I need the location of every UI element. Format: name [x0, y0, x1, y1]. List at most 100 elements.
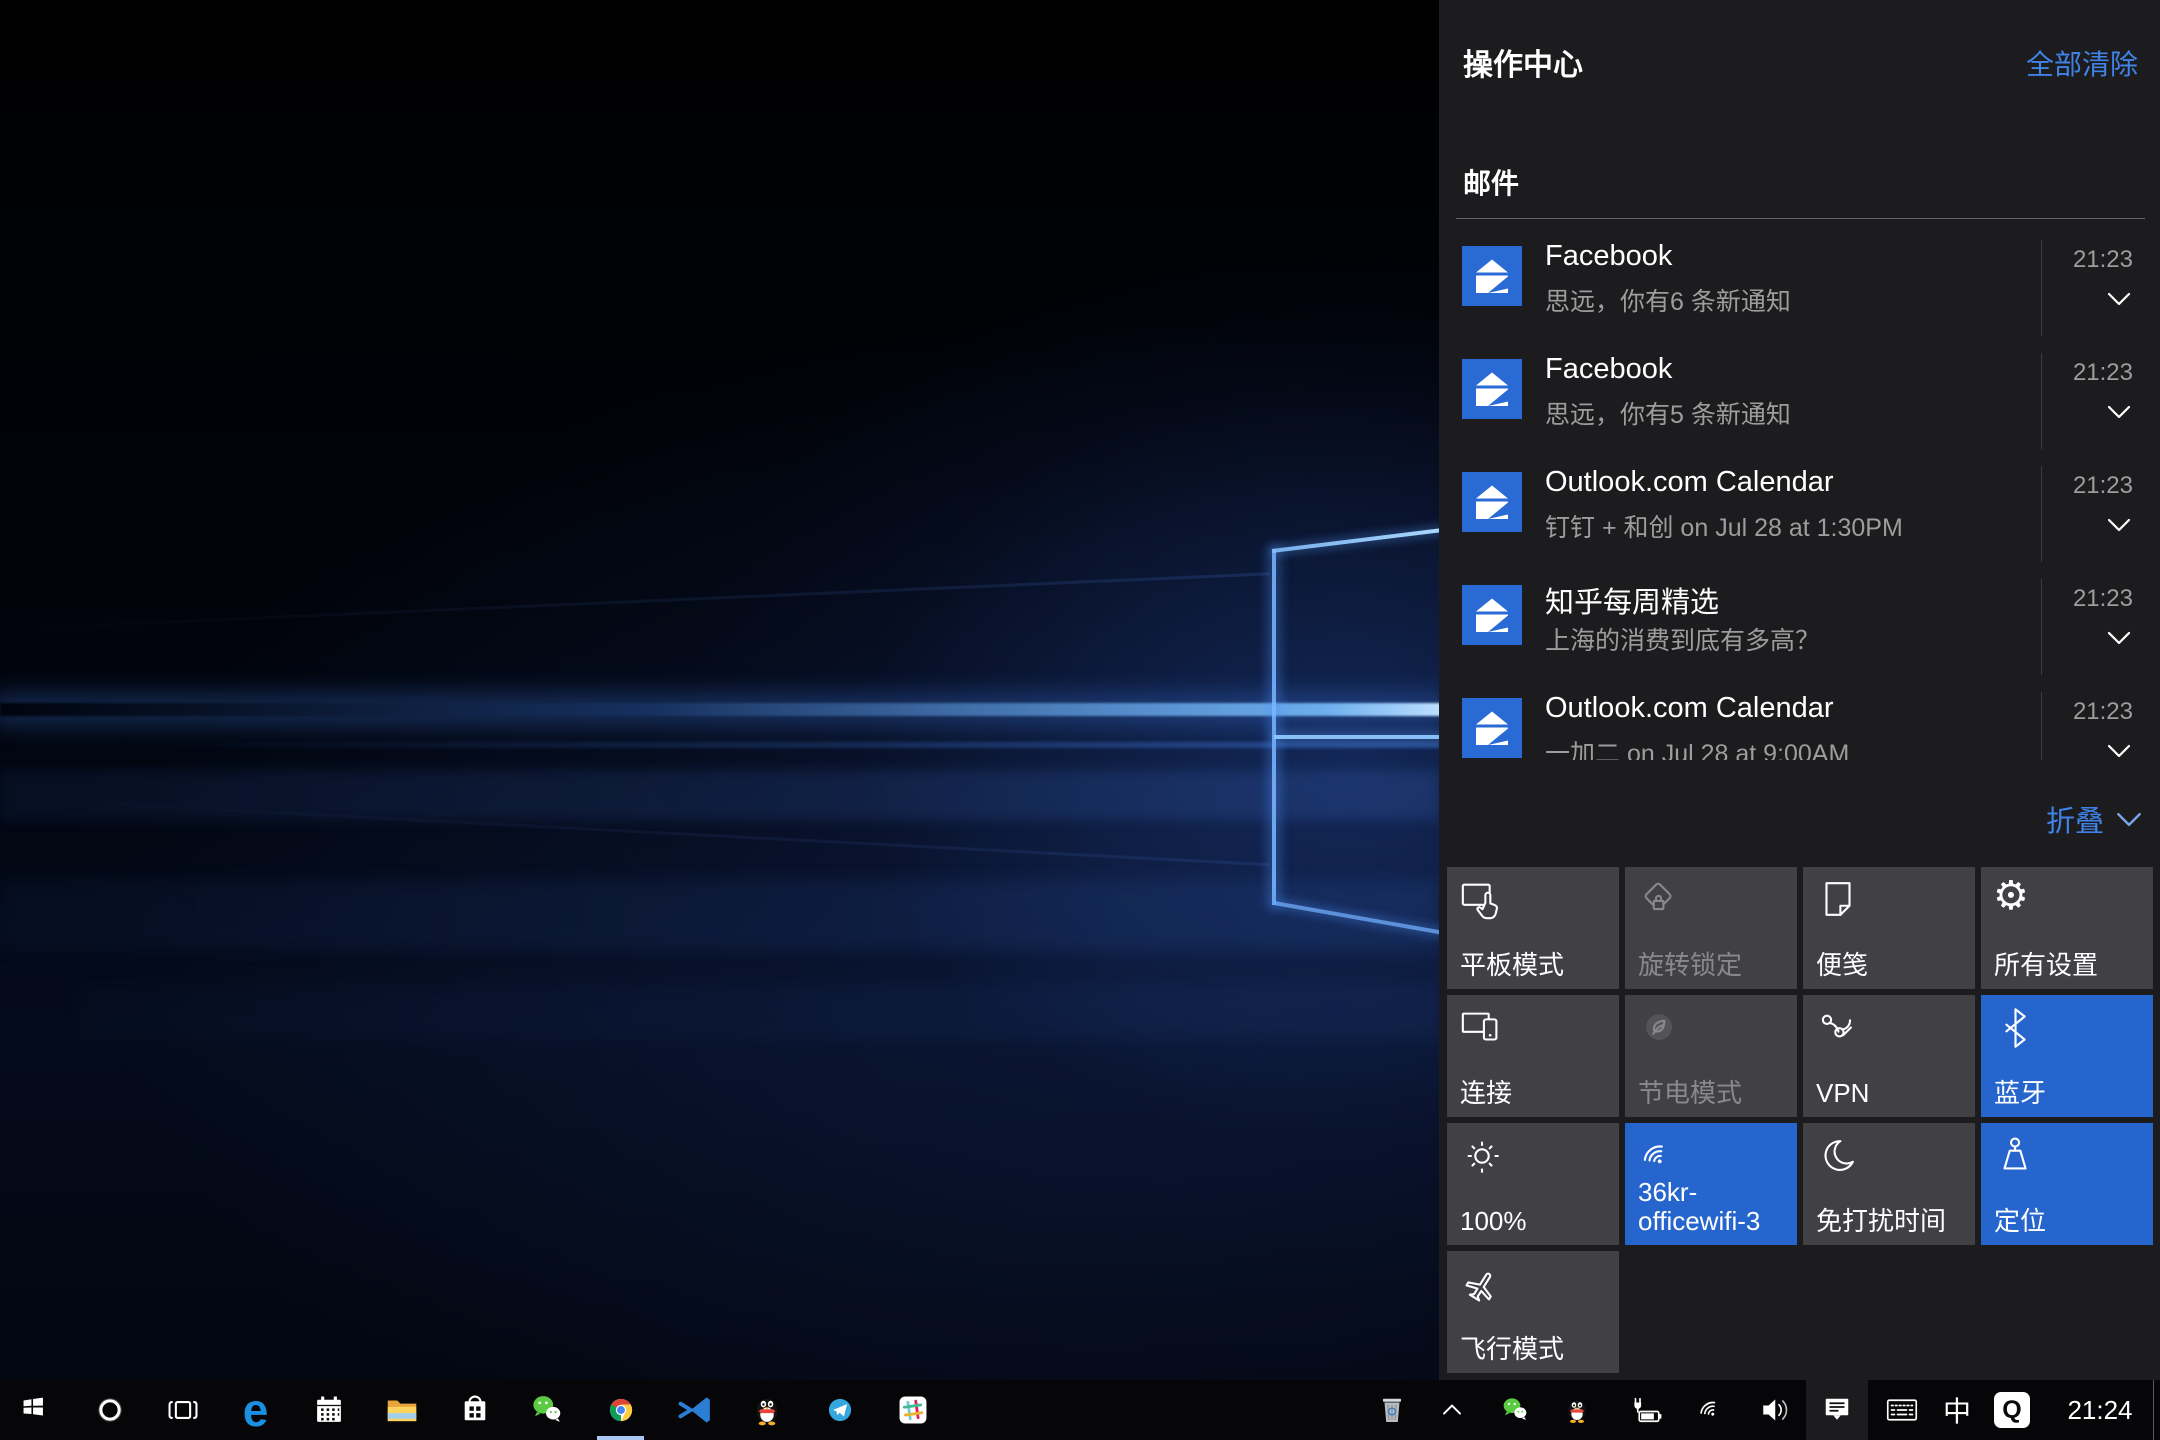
tile-rotation-lock[interactable]: 旋转锁定 — [1625, 867, 1797, 989]
tile-label: 连接 — [1460, 1079, 1614, 1108]
note-icon — [1815, 877, 1861, 923]
task-view-icon — [164, 1391, 202, 1429]
section-divider — [1456, 218, 2145, 219]
telegram-icon — [821, 1391, 859, 1429]
action-center-panel: 操作中心 全部清除 邮件 Facebook 思远，你有6 条新通知 21:23 — [1439, 0, 2160, 1380]
tile-airplane-mode[interactable]: 飞行模式 — [1447, 1251, 1619, 1373]
notification-title: Facebook — [1545, 240, 1672, 273]
slack-button[interactable] — [876, 1380, 949, 1440]
tray-wifi-icon[interactable] — [1686, 1380, 1740, 1440]
tile-label: 所有设置 — [1994, 951, 2148, 980]
mail-app-icon — [1462, 585, 1522, 645]
action-center-title: 操作中心 — [1463, 40, 1583, 84]
tray-qq-icon[interactable] — [1551, 1380, 1603, 1440]
vpn-icon — [1815, 1005, 1861, 1051]
cortana-button[interactable] — [73, 1380, 146, 1440]
ime-language-indicator[interactable]: 中 — [1934, 1380, 1980, 1440]
quiet-hours-icon — [1815, 1133, 1861, 1179]
settings-gear-icon: ⚙ — [1993, 873, 2029, 919]
notification-row[interactable]: Outlook.com Calendar 一加二 on Jul 28 at 9:… — [1439, 684, 2160, 760]
tile-wifi[interactable]: 36kr-officewifi-3 — [1625, 1123, 1797, 1245]
tile-brightness[interactable]: 100% — [1447, 1123, 1619, 1245]
notification-time: 21:23 — [2073, 359, 2133, 387]
chevron-down-icon[interactable] — [2107, 405, 2131, 419]
notification-list: Facebook 思远，你有6 条新通知 21:23 Facebook 思远，你… — [1439, 232, 2160, 760]
notification-row[interactable]: 知乎每周精选 上海的消费到底有多高？ 21:23 — [1439, 571, 2160, 684]
wallpaper-window-edge — [1272, 528, 1443, 553]
tile-battery-saver[interactable]: 节电模式 — [1625, 995, 1797, 1117]
tile-connect[interactable]: 连接 — [1447, 995, 1619, 1117]
tile-tablet-mode[interactable]: 平板模式 — [1447, 867, 1619, 989]
wechat-icon — [529, 1391, 567, 1429]
tile-note[interactable]: 便笺 — [1803, 867, 1975, 989]
recycle-bin-icon[interactable] — [1368, 1380, 1416, 1440]
notification-title: Outlook.com Calendar — [1545, 692, 1834, 725]
wifi-icon — [1637, 1133, 1683, 1179]
chrome-icon — [602, 1391, 640, 1429]
chevron-down-icon[interactable] — [2107, 744, 2131, 758]
wallpaper-haze — [80, 985, 1440, 1040]
store-button[interactable] — [438, 1380, 511, 1440]
file-explorer-button[interactable] — [365, 1380, 438, 1440]
wallpaper-light-beam — [0, 742, 1440, 748]
chevron-down-icon[interactable] — [2107, 292, 2131, 306]
taskbar: e — [0, 1380, 2160, 1440]
bluetooth-icon — [1993, 1005, 2039, 1051]
battery-saver-icon — [1637, 1005, 1683, 1051]
notification-message: 思远，你有6 条新通知 — [1545, 282, 1791, 318]
notification-divider — [2041, 692, 2042, 760]
tile-quiet-hours[interactable]: 免打扰时间 — [1803, 1123, 1975, 1245]
tray-keyboard-icon[interactable] — [1876, 1380, 1928, 1440]
collapse-label: 折叠 — [2046, 798, 2104, 840]
quick-actions-grid: 平板模式 旋转锁定 便笺 ⚙ 所有设置 — [1447, 867, 2153, 1373]
tray-chevron-up-icon[interactable] — [1429, 1380, 1475, 1440]
tile-location[interactable]: 定位 — [1981, 1123, 2153, 1245]
tile-label: 飞行模式 — [1460, 1335, 1614, 1364]
tray-battery-icon[interactable] — [1620, 1380, 1672, 1440]
notification-row[interactable]: Facebook 思远，你有6 条新通知 21:23 — [1439, 232, 2160, 345]
wallpaper-haze — [0, 880, 1440, 950]
wallpaper-light-beam — [0, 703, 1442, 716]
vscode-button[interactable] — [657, 1380, 730, 1440]
wallpaper-window-edge — [1272, 549, 1276, 905]
show-desktop-divider[interactable] — [2153, 1380, 2154, 1440]
tray-action-center-icon[interactable] — [1806, 1380, 1868, 1440]
notification-title: Facebook — [1545, 353, 1672, 386]
notification-title: Outlook.com Calendar — [1545, 466, 1834, 499]
notification-message: 上海的消费到底有多高？ — [1545, 621, 1820, 657]
taskbar-clock[interactable]: 21:24 — [2058, 1380, 2142, 1440]
tray-volume-icon[interactable] — [1748, 1380, 1804, 1440]
notification-time: 21:23 — [2073, 472, 2133, 500]
task-view-button[interactable] — [146, 1380, 219, 1440]
chrome-button[interactable] — [584, 1380, 657, 1440]
notification-message: 思远，你有5 条新通知 — [1545, 395, 1791, 431]
tray-wechat-icon[interactable] — [1491, 1380, 1541, 1440]
chevron-down-icon[interactable] — [2107, 518, 2131, 532]
edge-button[interactable]: e — [219, 1380, 292, 1440]
clear-all-link[interactable]: 全部清除 — [2026, 43, 2138, 83]
ime-q-badge[interactable]: Q — [1988, 1380, 2036, 1440]
tile-bluetooth[interactable]: 蓝牙 — [1981, 995, 2153, 1117]
vscode-icon — [675, 1391, 713, 1429]
store-bag-icon — [456, 1391, 494, 1429]
wechat-button[interactable] — [511, 1380, 584, 1440]
notification-time: 21:23 — [2073, 585, 2133, 613]
rotation-lock-icon — [1637, 877, 1683, 923]
mail-app-icon — [1462, 698, 1522, 758]
tile-all-settings[interactable]: ⚙ 所有设置 — [1981, 867, 2153, 989]
tile-label: 平板模式 — [1460, 951, 1614, 980]
notification-row[interactable]: Outlook.com Calendar 钉钉 + 和创 on Jul 28 a… — [1439, 458, 2160, 571]
collapse-link[interactable]: 折叠 — [2046, 798, 2142, 840]
tile-vpn[interactable]: VPN — [1803, 995, 1975, 1117]
calendar-button[interactable] — [292, 1380, 365, 1440]
qq-button[interactable] — [730, 1380, 803, 1440]
notification-row[interactable]: Facebook 思远，你有5 条新通知 21:23 — [1439, 345, 2160, 458]
start-button[interactable] — [0, 1380, 73, 1440]
tile-label: 节电模式 — [1638, 1079, 1792, 1108]
telegram-button[interactable] — [803, 1380, 876, 1440]
notification-divider — [2041, 579, 2042, 675]
notification-message: 一加二 on Jul 28 at 9:00AM — [1545, 734, 1849, 760]
tile-label: 100% — [1460, 1207, 1614, 1236]
qq-penguin-icon — [748, 1391, 786, 1429]
chevron-down-icon[interactable] — [2107, 631, 2131, 645]
